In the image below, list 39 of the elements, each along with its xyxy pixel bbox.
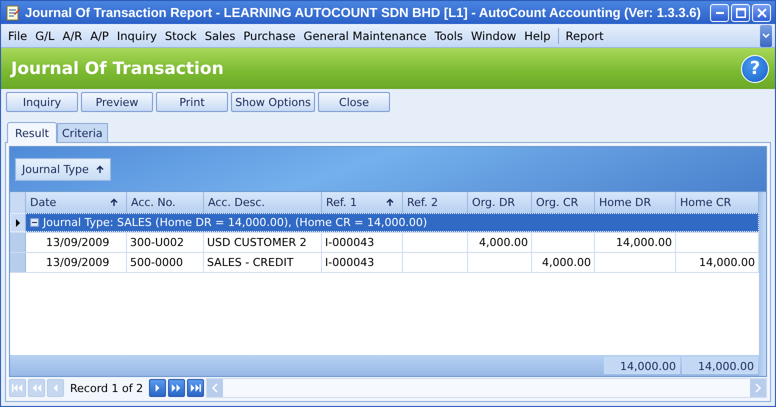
- group-row-label: Journal Type: SALES (Home DR = 14,000.00), (Home CR = 14,000.00): [43, 216, 428, 229]
- table-cell: USD CUSTOMER 2: [204, 233, 322, 252]
- tab[interactable]: Criteria: [57, 123, 108, 142]
- table-cell: SALES - CREDIT: [204, 253, 322, 272]
- menu-item[interactable]: G/L: [31, 28, 58, 42]
- record-counter: Record 1 of 2: [69, 382, 144, 394]
- menu-item[interactable]: Report: [562, 28, 608, 42]
- total-cell: 14,000.00: [682, 357, 758, 374]
- toolbar-button[interactable]: Inquiry: [6, 92, 78, 112]
- toolbar-button[interactable]: Preview: [81, 92, 153, 112]
- menu-item[interactable]: Help: [520, 28, 554, 42]
- toolbar-button[interactable]: Print: [156, 92, 228, 112]
- menu-item[interactable]: Inquiry: [112, 28, 161, 42]
- window-title: Journal Of Transaction Report - LEARNING AUTOCOUNT SDN BHD [L1] - AutoCount Accounting (Ver: 1.3.3.6): [25, 5, 702, 20]
- menu-item[interactable]: A/P: [86, 28, 113, 42]
- table-cell: 4,000.00: [532, 253, 595, 272]
- table-cell: I-000043: [322, 233, 403, 252]
- menu-item[interactable]: Tools: [430, 28, 467, 42]
- menu-item[interactable]: Window: [466, 28, 520, 42]
- page-title: Journal Of Transaction: [11, 58, 224, 78]
- table-cell: 13/09/2009: [26, 233, 127, 252]
- menu-item[interactable]: A/R: [58, 28, 86, 42]
- menu-item[interactable]: General Maintenance: [300, 28, 431, 42]
- menu-item[interactable]: Purchase: [239, 28, 300, 42]
- table-cell: I-000043: [322, 253, 403, 272]
- menu-item[interactable]: Sales: [200, 28, 240, 42]
- group-by-chip[interactable]: Journal Type: [15, 158, 111, 180]
- table-cell: 14,000.00: [595, 233, 676, 252]
- table-cell: 300-U002: [127, 233, 204, 252]
- group-row[interactable]: Journal Type: SALES (Home DR = 14,000.00), (Home CR = 14,000.00): [10, 213, 759, 232]
- table-cell: 4,000.00: [468, 233, 532, 252]
- tab[interactable]: Result: [7, 122, 57, 143]
- menu-item[interactable]: Stock: [160, 28, 201, 42]
- table-cell: 500-0000: [127, 253, 204, 272]
- total-cell: 14,000.00: [604, 357, 680, 374]
- menu-item[interactable]: File: [4, 28, 32, 42]
- table-cell: 13/09/2009: [26, 253, 127, 272]
- toolbar-button[interactable]: Show Options: [231, 92, 315, 112]
- toolbar-button[interactable]: Close: [318, 92, 390, 112]
